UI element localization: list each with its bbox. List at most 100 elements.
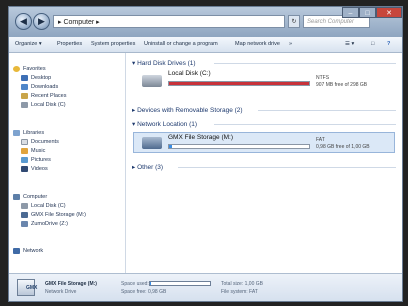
- details-space-free: Space free: 0,98 GB: [121, 289, 167, 295]
- details-pane: GMX GMX File Storage (M:) Network Drive …: [9, 273, 402, 301]
- group-label: Devices with Removable Storage (2): [137, 107, 243, 114]
- videos-icon: [21, 165, 28, 172]
- desktop-icon: [21, 74, 28, 81]
- back-icon: ◀: [20, 16, 27, 26]
- details-usage-bar: [149, 281, 211, 286]
- close-icon: ✕: [386, 10, 392, 17]
- details-file-system: File system: FAT: [221, 289, 258, 295]
- maximize-button[interactable]: □: [359, 7, 376, 18]
- network-drive-icon: [21, 211, 28, 218]
- sidebar-item-label: Local Disk (C): [31, 203, 66, 209]
- sidebar-item-label: Desktop: [31, 75, 52, 81]
- sidebar-item-label: Music: [31, 148, 46, 154]
- sidebar-item-music[interactable]: Music: [21, 147, 45, 155]
- sidebar-item-computer[interactable]: Computer: [13, 193, 47, 201]
- map-network-drive-button[interactable]: Map network drive: [235, 37, 280, 52]
- group-removable-storage[interactable]: ▸ Devices with Removable Storage (2): [132, 106, 243, 115]
- group-divider: [214, 124, 396, 125]
- sidebar-item-videos[interactable]: Videos: [21, 165, 48, 173]
- forward-icon: ▶: [38, 16, 45, 26]
- view-options-icon[interactable]: ☰ ▾: [345, 37, 354, 52]
- sidebar-item-label: Documents: [31, 139, 59, 145]
- address-bar[interactable]: ▸ Computer ▸: [53, 15, 285, 28]
- sidebar-item-label: Videos: [31, 166, 48, 172]
- uninstall-button[interactable]: Uninstall or change a program: [144, 37, 218, 52]
- downloads-icon: [21, 83, 28, 90]
- music-icon: [21, 147, 28, 154]
- computer-icon: [13, 193, 20, 200]
- libraries-icon: [13, 129, 20, 136]
- details-drive-type: Network Drive: [45, 289, 77, 295]
- group-label: Hard Disk Drives (1): [137, 60, 196, 67]
- drive-usage-fill: [169, 145, 172, 148]
- minimize-icon: –: [348, 10, 353, 17]
- close-button[interactable]: ✕: [376, 7, 402, 18]
- sidebar-item-desktop[interactable]: Desktop: [21, 74, 51, 82]
- drive-name: GMX File Storage (M:): [168, 134, 234, 141]
- group-other[interactable]: ▸ Other (3): [132, 163, 163, 172]
- network-icon: [13, 247, 20, 254]
- network-drive-icon: [142, 137, 162, 149]
- address-text: ▸ Computer ▸: [58, 19, 100, 26]
- navigation-pane: Favorites Desktop Downloads Recent Place…: [9, 53, 126, 273]
- documents-icon: [21, 138, 28, 145]
- network-drive-icon: [21, 220, 28, 227]
- group-network-location[interactable]: ▾ Network Location (1): [132, 120, 197, 129]
- group-label: Other (3): [137, 164, 164, 171]
- sidebar-item-recent-places[interactable]: Recent Places: [21, 92, 66, 100]
- sidebar-item-label: Downloads: [31, 84, 59, 90]
- drive-free-space: 0,98 GB free of 1,00 GB: [316, 144, 370, 150]
- more-commands-button[interactable]: »: [289, 37, 292, 52]
- details-usage-fill: [150, 282, 152, 285]
- search-placeholder: Search Computer: [307, 19, 355, 25]
- network-drive-icon: GMX: [17, 279, 38, 296]
- forward-button[interactable]: ▶: [33, 13, 50, 30]
- group-hard-disk-drives[interactable]: ▾ Hard Disk Drives (1): [132, 59, 196, 68]
- drive-icon: [21, 101, 28, 108]
- sidebar-item-network[interactable]: Network: [13, 247, 43, 255]
- sidebar-item-label: Network: [23, 248, 44, 254]
- sidebar-item-documents[interactable]: Documents: [21, 138, 59, 146]
- group-divider: [214, 63, 396, 64]
- sidebar-item-local-disk[interactable]: Local Disk (C): [21, 202, 66, 210]
- sidebar-item-favorites[interactable]: Favorites: [13, 65, 46, 73]
- sidebar-item-downloads[interactable]: Downloads: [21, 83, 58, 91]
- properties-button[interactable]: Properties: [57, 37, 82, 52]
- group-divider: [258, 110, 396, 111]
- preview-pane-icon[interactable]: □: [371, 37, 374, 52]
- star-icon: [13, 65, 20, 72]
- content-pane: ▾ Hard Disk Drives (1) Local Disk (C:) N…: [126, 53, 402, 273]
- sidebar-item-label: Pictures: [31, 157, 51, 163]
- drive-name: Local Disk (C:): [168, 70, 211, 77]
- minimize-button[interactable]: –: [342, 7, 359, 18]
- sidebar-item-gmx[interactable]: GMX File Storage (M:): [21, 211, 86, 219]
- drive-free-space: 907 MB free of 298 GB: [316, 82, 368, 88]
- drive-filesystem: FAT: [316, 137, 325, 143]
- explorer-window: ◀ ▶ ▸ Computer ▸ ↻ Search Computer – □ ✕…: [8, 6, 403, 302]
- sidebar-item-local-disk-fav[interactable]: Local Disk (C): [21, 101, 66, 109]
- sidebar-item-label: Favorites: [23, 66, 46, 72]
- system-properties-button[interactable]: System properties: [91, 37, 135, 52]
- refresh-icon: ↻: [291, 19, 297, 25]
- group-divider: [178, 167, 396, 168]
- sidebar-item-label: Libraries: [23, 130, 45, 136]
- command-bar: Organize ▾ Properties System properties …: [9, 37, 402, 53]
- drive-filesystem: NTFS: [316, 75, 330, 81]
- help-icon[interactable]: ?: [387, 37, 390, 52]
- organize-button[interactable]: Organize ▾: [15, 37, 42, 52]
- drive-icon-label: GMX: [26, 285, 38, 291]
- hard-drive-icon: [142, 75, 162, 87]
- details-space-used-label: Space used:: [121, 281, 149, 287]
- sidebar-item-label: Recent Places: [31, 93, 67, 99]
- back-button[interactable]: ◀: [15, 13, 32, 30]
- sidebar-item-pictures[interactable]: Pictures: [21, 156, 51, 164]
- sidebar-item-zumodrive[interactable]: ZumoDrive (Z:): [21, 220, 68, 228]
- drive-usage-fill: [169, 82, 309, 85]
- sidebar-item-label: Local Disk (C): [31, 102, 66, 108]
- drive-usage-bar: [168, 81, 310, 86]
- details-total-size: Total size: 1,00 GB: [221, 281, 263, 287]
- sidebar-item-libraries[interactable]: Libraries: [13, 129, 44, 137]
- sidebar-item-label: GMX File Storage (M:): [31, 212, 87, 218]
- drive-usage-bar: [168, 144, 310, 149]
- refresh-button[interactable]: ↻: [288, 15, 300, 28]
